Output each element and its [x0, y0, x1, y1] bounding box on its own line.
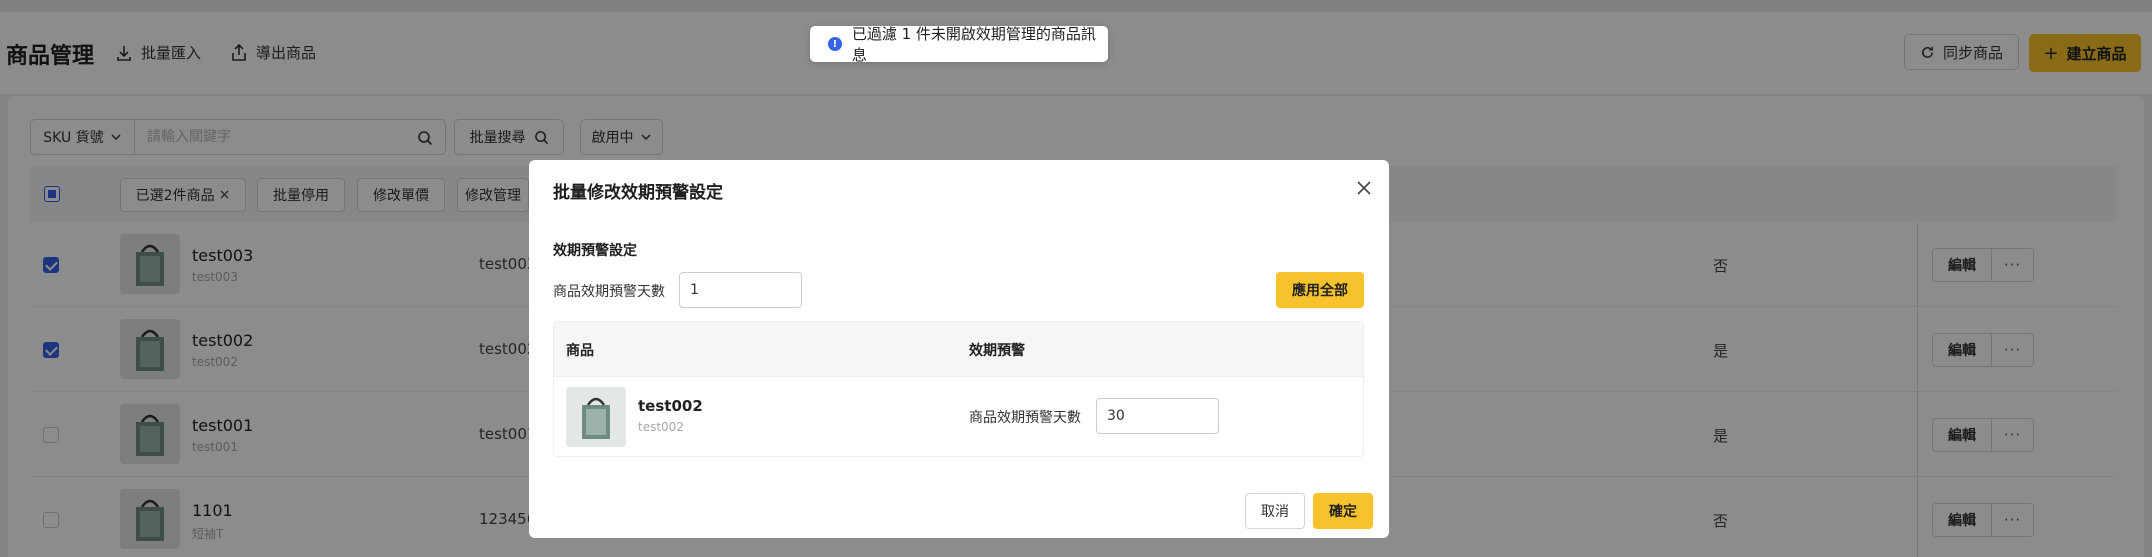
row-days-input[interactable]	[1096, 398, 1219, 434]
bulk-expiry-modal: 批量修改效期預警設定 效期預警設定 商品效期預警天數 應用全部 商品 效期預警 …	[529, 160, 1389, 538]
product-sub: test002	[638, 420, 684, 434]
product-name: test002	[638, 397, 703, 415]
toast-text: 已過濾 1 件未開啟效期管理的商品訊息	[851, 25, 1096, 64]
close-icon[interactable]	[1352, 176, 1376, 200]
days-input[interactable]	[679, 272, 802, 308]
cancel-button[interactable]: 取消	[1245, 493, 1305, 529]
toast-message: ! 已過濾 1 件未開啟效期管理的商品訊息	[810, 25, 1108, 64]
row-days-label: 商品效期預警天數	[969, 410, 1081, 426]
product-table: 商品 效期預警 test002 test002 商品效期預警天數	[553, 321, 1364, 457]
confirm-button[interactable]: 確定	[1313, 493, 1373, 529]
col-warning: 效期預警	[969, 343, 1025, 359]
info-icon: !	[828, 37, 842, 51]
product-table-header	[554, 322, 1363, 377]
product-thumbnail	[566, 387, 626, 447]
section-title: 效期預警設定	[553, 243, 637, 259]
modal-title: 批量修改效期預警設定	[553, 183, 723, 203]
days-label: 商品效期預警天數	[553, 284, 665, 300]
col-product: 商品	[566, 343, 594, 359]
apply-all-button[interactable]: 應用全部	[1276, 272, 1364, 308]
